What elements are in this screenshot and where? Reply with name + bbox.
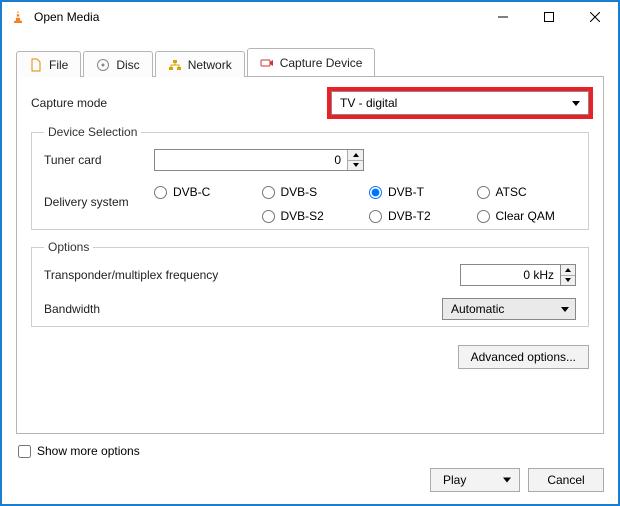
minimize-button[interactable] <box>480 2 526 32</box>
tab-bar: File Disc Network Capture Device <box>16 46 604 76</box>
delivery-radio-group: DVB-C DVB-S DVB-T ATSC DVB-S2 DVB-T2 Cle… <box>154 185 576 223</box>
radio-dvbt[interactable]: DVB-T <box>369 185 469 199</box>
advanced-options-button[interactable]: Advanced options... <box>458 345 589 369</box>
spinner-down-button[interactable] <box>348 161 363 171</box>
tab-label: Capture Device <box>280 56 363 70</box>
maximize-button[interactable] <box>526 2 572 32</box>
tuner-card-input[interactable] <box>155 150 347 170</box>
close-button[interactable] <box>572 2 618 32</box>
tab-network[interactable]: Network <box>155 51 245 77</box>
device-selection-legend: Device Selection <box>44 125 141 139</box>
chevron-down-icon <box>503 478 511 483</box>
radio-dvbs[interactable]: DVB-S <box>262 185 362 199</box>
vlc-cone-icon <box>10 9 26 25</box>
frequency-spinner[interactable]: 0 kHz <box>460 264 576 286</box>
capture-mode-select[interactable]: TV - digital <box>331 91 589 115</box>
tuner-card-spinner[interactable] <box>154 149 364 171</box>
chevron-down-icon <box>572 101 580 106</box>
frequency-label: Transponder/multiplex frequency <box>44 268 460 282</box>
device-selection-group: Device Selection Tuner card Delivery sys… <box>31 125 589 230</box>
delivery-system-label: Delivery system <box>44 185 154 209</box>
show-more-options-checkbox[interactable]: Show more options <box>18 444 604 458</box>
cancel-button[interactable]: Cancel <box>528 468 604 492</box>
tab-label: File <box>49 58 68 72</box>
tab-label: Network <box>188 58 232 72</box>
tab-capture-device[interactable]: Capture Device <box>247 48 376 76</box>
caret-up-icon <box>565 268 571 272</box>
bandwidth-value: Automatic <box>451 302 504 316</box>
spinner-up-button[interactable] <box>561 265 575 276</box>
radio-clearqam[interactable]: Clear QAM <box>477 209 577 223</box>
window-title: Open Media <box>34 10 99 24</box>
play-button[interactable]: Play <box>430 468 520 492</box>
bandwidth-select[interactable]: Automatic <box>442 298 576 320</box>
tab-file[interactable]: File <box>16 51 81 77</box>
frequency-value: 0 kHz <box>523 268 554 282</box>
disc-icon <box>96 58 110 72</box>
radio-dvbc[interactable]: DVB-C <box>154 185 254 199</box>
capture-icon <box>260 56 274 70</box>
bandwidth-label: Bandwidth <box>44 302 442 316</box>
network-icon <box>168 58 182 72</box>
spinner-up-button[interactable] <box>348 150 363 161</box>
chevron-down-icon <box>561 307 569 312</box>
dialog-footer: Show more options Play Cancel <box>2 434 618 504</box>
tab-label: Disc <box>116 58 139 72</box>
radio-atsc[interactable]: ATSC <box>477 185 577 199</box>
caret-down-icon <box>565 278 571 282</box>
options-group: Options Transponder/multiplex frequency … <box>31 240 589 327</box>
capture-mode-value: TV - digital <box>340 96 397 110</box>
spinner-down-button[interactable] <box>561 276 575 286</box>
tuner-card-label: Tuner card <box>44 153 154 167</box>
capture-mode-label: Capture mode <box>31 96 331 110</box>
file-icon <box>29 58 43 72</box>
options-legend: Options <box>44 240 93 254</box>
caret-up-icon <box>353 153 359 157</box>
capture-panel: Capture mode TV - digital Device Selecti… <box>16 76 604 434</box>
open-media-dialog: Open Media File Disc Network Capture Dev… <box>0 0 620 506</box>
radio-dvbt2[interactable]: DVB-T2 <box>369 209 469 223</box>
tab-disc[interactable]: Disc <box>83 51 152 77</box>
caret-down-icon <box>353 163 359 167</box>
titlebar: Open Media <box>2 2 618 32</box>
radio-dvbs2[interactable]: DVB-S2 <box>262 209 362 223</box>
